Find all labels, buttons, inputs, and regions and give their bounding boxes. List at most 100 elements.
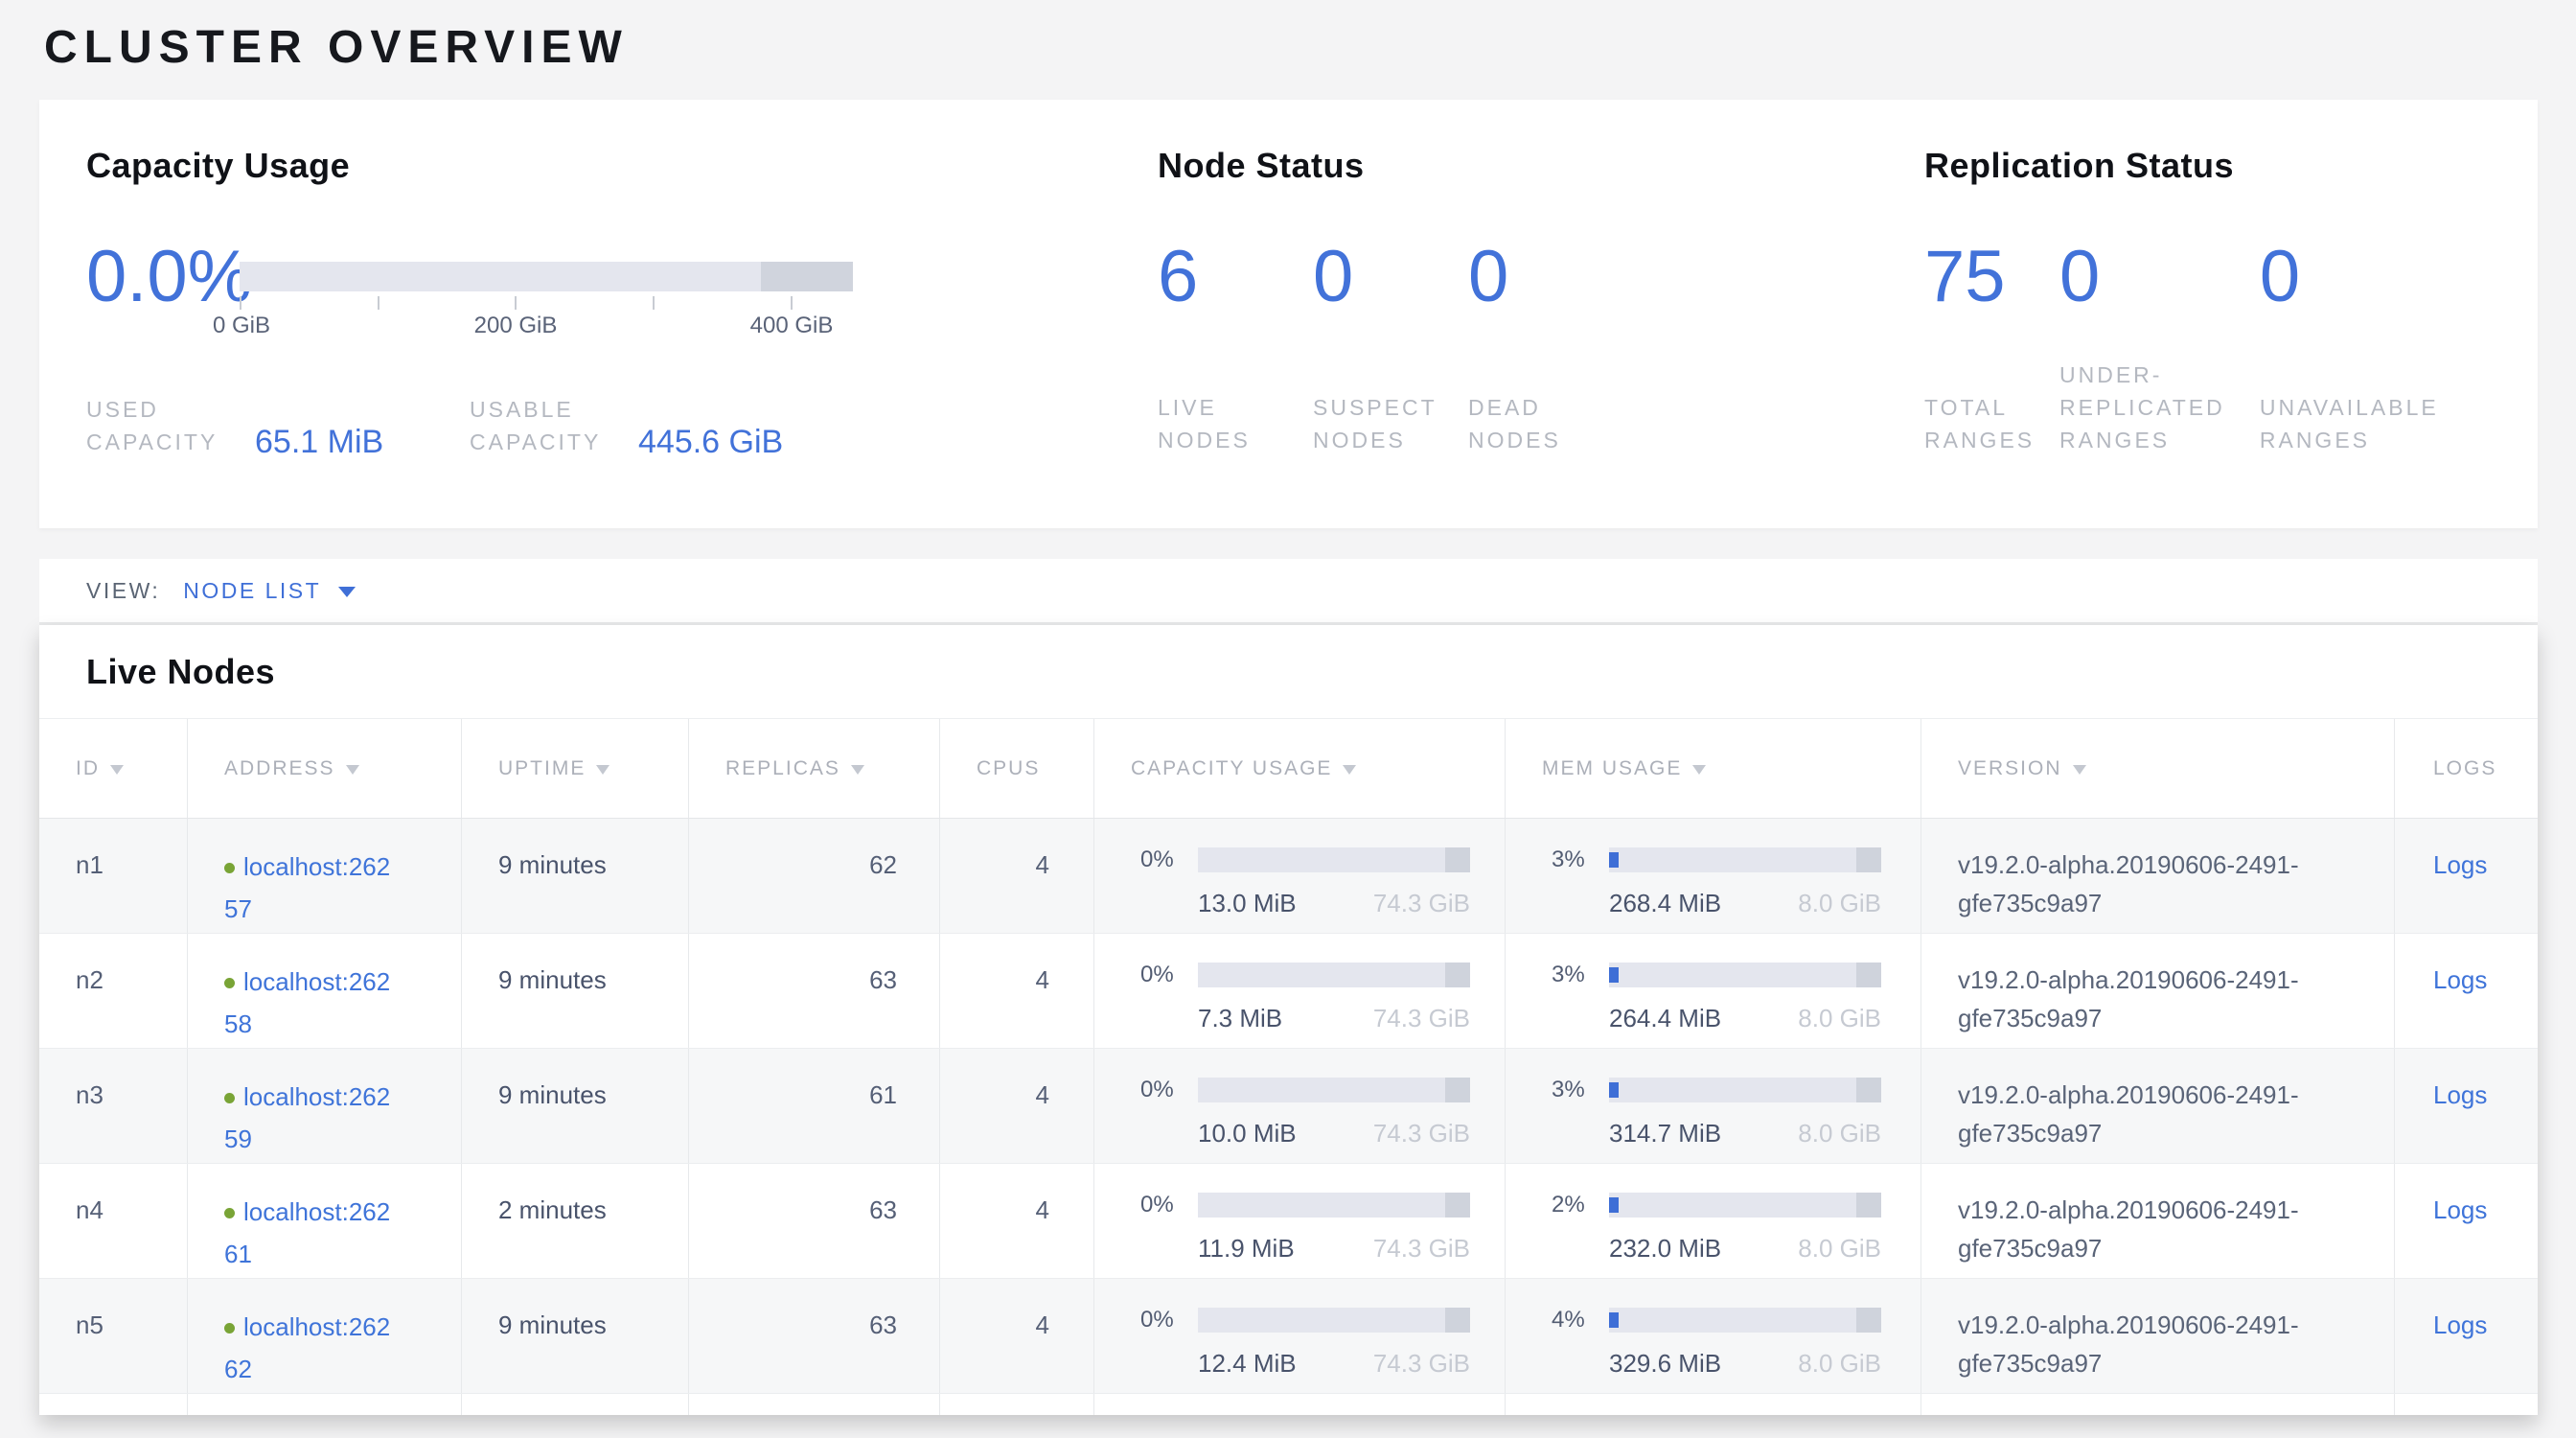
mem-usage-cell: 3% 264.4 MiB 8.0 GiB	[1505, 934, 1920, 1048]
mem-used-value: 329.6 MiB	[1609, 1344, 1721, 1382]
chevron-down-icon	[338, 587, 356, 597]
logs-link[interactable]: Logs	[2433, 850, 2487, 879]
capacity-total-value: 74.3 GiB	[1373, 999, 1470, 1037]
capacity-total-value: 74.3 GiB	[1373, 1114, 1470, 1152]
live-nodes-heading: Live Nodes	[39, 625, 2538, 692]
capacity-usage-cell: 0% 7.3 MiB 74.3 GiB	[1093, 934, 1505, 1048]
logs-cell: Logs	[2394, 934, 2535, 1048]
capacity-bar-endcap	[761, 262, 853, 291]
node-live-dot	[224, 1093, 235, 1103]
mem-usage-cell: 2% 232.0 MiB 8.0 GiB	[1505, 1164, 1920, 1278]
capacity-percent-label: 0%	[1140, 963, 1198, 987]
capacity-total-value: 74.3 GiB	[1373, 884, 1470, 922]
table-row: n1 localhost:26257 9 minutes 62 4 0% 13.…	[39, 819, 2538, 934]
view-selector-bar: VIEW: NODE LIST	[39, 559, 2538, 625]
capacity-total-value: 74.3 GiB	[1373, 1229, 1470, 1267]
node-live-dot	[224, 1208, 235, 1218]
address-link[interactable]: localhost:26262	[224, 1312, 390, 1383]
header-cpus: CPUS	[939, 719, 1093, 818]
live-nodes-panel: Live Nodes ID ADDRESS UPTIME REPLICAS CP…	[39, 625, 2538, 1415]
under-replicated-ranges-stat: 0 UNDER-REPLICATED RANGES	[2059, 247, 2260, 456]
capacity-used-value: 10.0 MiB	[1198, 1114, 1297, 1152]
uptime-cell: 9 minutes	[461, 934, 688, 1048]
mem-used-value: 232.0 MiB	[1609, 1229, 1721, 1267]
capacity-used-value: 13.0 MiB	[1198, 884, 1297, 922]
node-address-cell: localhost:26262	[187, 1279, 461, 1393]
table-row: n3 localhost:26259 9 minutes 61 4 0% 10.…	[39, 1049, 2538, 1164]
total-ranges-stat: 75 TOTAL RANGES	[1924, 247, 2059, 456]
mem-used-value: 268.4 MiB	[1609, 884, 1721, 922]
mem-percent-label: 3%	[1552, 847, 1609, 872]
uptime-cell: 9 minutes	[461, 1279, 688, 1393]
table-row: n4 localhost:26261 2 minutes 63 4 0% 11.…	[39, 1164, 2538, 1279]
table-row-partial	[39, 1394, 2538, 1415]
version-cell: v19.2.0-alpha.20190606-2491-gfe735c9a97	[1920, 1164, 2394, 1278]
dead-nodes-stat: 0 DEAD NODES	[1468, 247, 1623, 456]
version-cell: v19.2.0-alpha.20190606-2491-gfe735c9a97	[1920, 1049, 2394, 1163]
header-id[interactable]: ID	[39, 719, 187, 818]
live-nodes-stat: 6 LIVE NODES	[1158, 247, 1313, 456]
sort-desc-icon	[346, 765, 359, 775]
header-mem-usage[interactable]: MEM USAGE	[1505, 719, 1920, 818]
mem-percent-label: 3%	[1552, 963, 1609, 987]
mem-usage-bar	[1609, 847, 1881, 872]
replication-status-section: Replication Status 75 TOTAL RANGES 0 UND…	[1924, 146, 2538, 528]
table-row: n2 localhost:26258 9 minutes 63 4 0% 7.3…	[39, 934, 2538, 1049]
logs-link[interactable]: Logs	[2433, 1310, 2487, 1339]
header-uptime[interactable]: UPTIME	[461, 719, 688, 818]
logs-cell: Logs	[2394, 1279, 2535, 1393]
header-address[interactable]: ADDRESS	[187, 719, 461, 818]
capacity-used-value: 11.9 MiB	[1198, 1229, 1295, 1267]
node-address-cell: localhost:26257	[187, 819, 461, 933]
node-live-dot	[224, 863, 235, 873]
header-capacity-usage[interactable]: CAPACITY USAGE	[1093, 719, 1505, 818]
table-header-row: ID ADDRESS UPTIME REPLICAS CPUS CAPACITY…	[39, 718, 2538, 819]
table-row: n5 localhost:26262 9 minutes 63 4 0% 12.…	[39, 1279, 2538, 1394]
node-id-cell: n1	[39, 819, 187, 933]
tick-label-400gib: 400 GiB	[750, 313, 834, 339]
cpus-cell: 4	[939, 819, 1093, 933]
address-link[interactable]: localhost:26259	[224, 1082, 390, 1153]
capacity-percent-label: 0%	[1140, 1308, 1198, 1333]
node-table-body: n1 localhost:26257 9 minutes 62 4 0% 13.…	[39, 819, 2538, 1394]
replicas-cell: 63	[688, 1164, 939, 1278]
node-live-dot	[224, 1323, 235, 1334]
capacity-total-value: 74.3 GiB	[1373, 1344, 1470, 1382]
mem-usage-bar	[1609, 1193, 1881, 1218]
replicas-cell: 62	[688, 819, 939, 933]
logs-cell: Logs	[2394, 819, 2535, 933]
node-live-dot	[224, 978, 235, 988]
header-logs: LOGS	[2394, 719, 2535, 818]
cluster-overview-page: CLUSTER OVERVIEW Capacity Usage 0.0% 0 G…	[0, 21, 2576, 1438]
uptime-cell: 2 minutes	[461, 1164, 688, 1278]
capacity-percent-label: 0%	[1140, 847, 1198, 872]
logs-link[interactable]: Logs	[2433, 965, 2487, 994]
mem-usage-cell: 4% 329.6 MiB 8.0 GiB	[1505, 1279, 1920, 1393]
used-capacity-label: USED CAPACITY	[86, 393, 251, 458]
logs-link[interactable]: Logs	[2433, 1195, 2487, 1224]
sort-desc-icon	[110, 765, 124, 775]
mem-used-fill	[1609, 967, 1619, 983]
mem-used-fill	[1609, 1197, 1619, 1213]
header-version[interactable]: VERSION	[1920, 719, 2394, 818]
capacity-bar-chart: 0 GiB 200 GiB 400 GiB	[240, 262, 853, 339]
node-id-cell: n2	[39, 934, 187, 1048]
address-link[interactable]: localhost:26258	[224, 967, 390, 1038]
used-capacity-stat: USED CAPACITY 65.1 MiB	[86, 393, 470, 458]
uptime-cell: 9 minutes	[461, 1049, 688, 1163]
mem-total-value: 8.0 GiB	[1798, 999, 1881, 1037]
header-replicas[interactable]: REPLICAS	[688, 719, 939, 818]
address-link[interactable]: localhost:26257	[224, 852, 390, 923]
tick-label-0gib: 0 GiB	[213, 313, 270, 339]
used-capacity-value: 65.1 MiB	[255, 424, 383, 461]
view-dropdown[interactable]: NODE LIST	[183, 578, 356, 604]
capacity-usage-cell: 0% 12.4 MiB 74.3 GiB	[1093, 1279, 1505, 1393]
logs-link[interactable]: Logs	[2433, 1080, 2487, 1109]
capacity-usage-bar	[240, 262, 853, 291]
tick-label-200gib: 200 GiB	[474, 313, 558, 339]
capacity-percent-label: 0%	[1140, 1193, 1198, 1218]
capacity-usage-section: Capacity Usage 0.0% 0 GiB 200 GiB 400 Gi…	[86, 146, 1158, 528]
address-link[interactable]: localhost:26261	[224, 1197, 390, 1268]
mem-percent-label: 4%	[1552, 1308, 1609, 1333]
node-id-cell: n3	[39, 1049, 187, 1163]
